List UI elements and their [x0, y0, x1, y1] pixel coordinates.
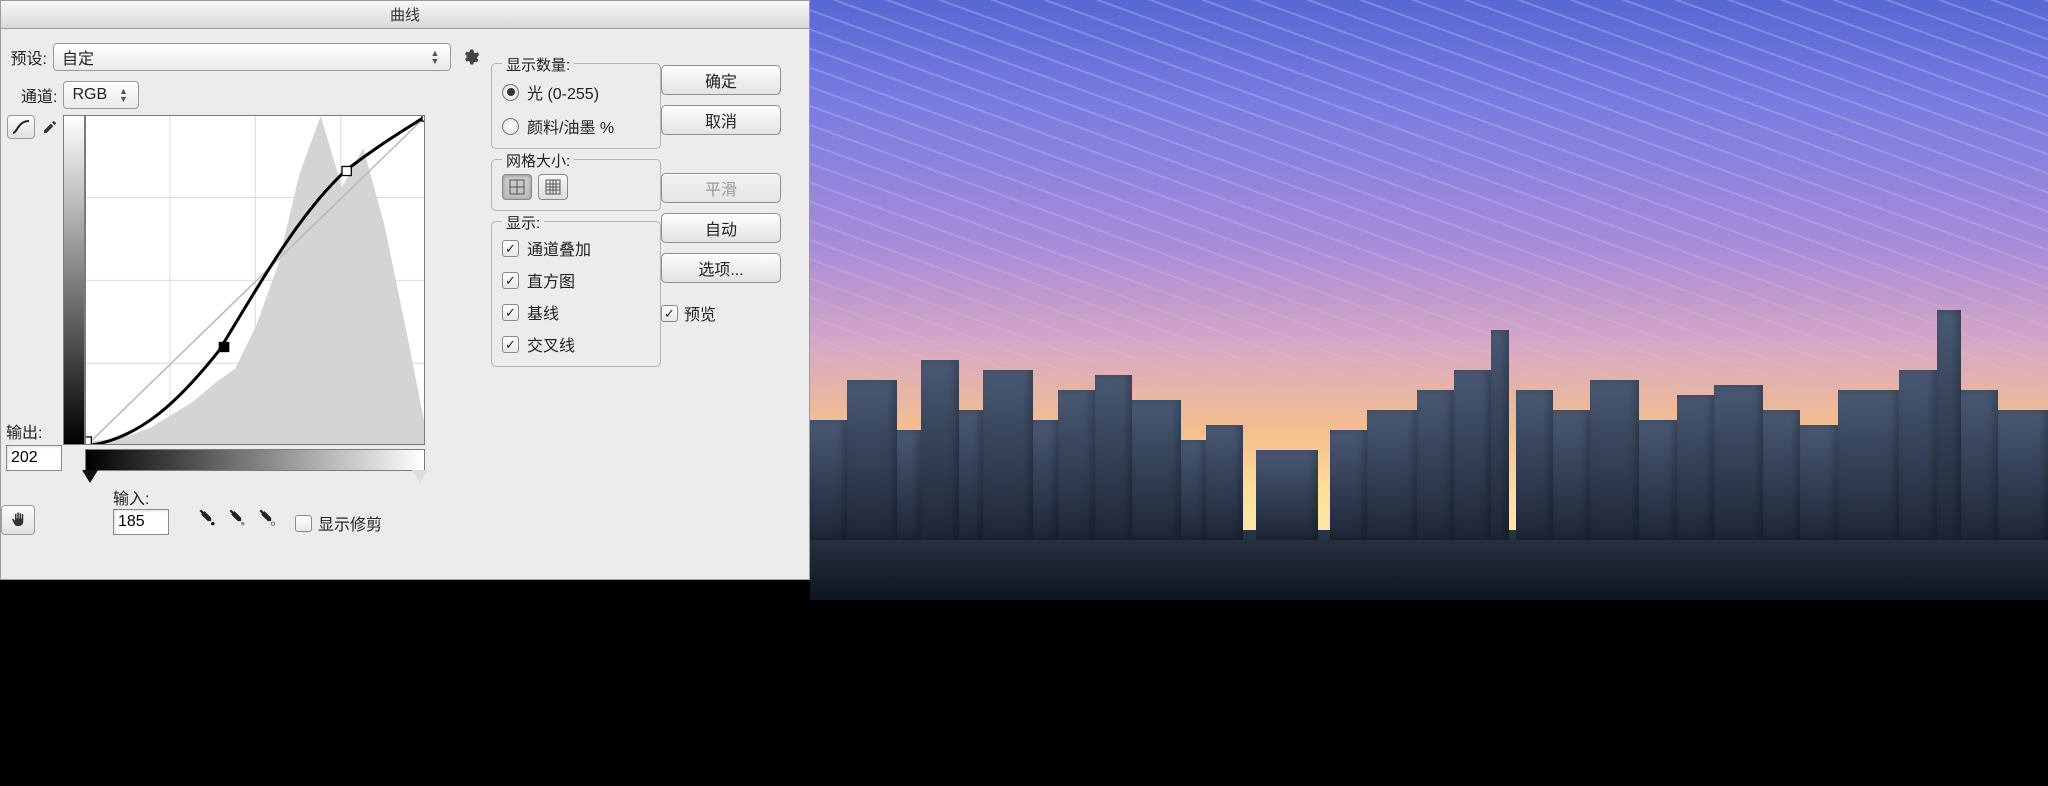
preset-dropdown[interactable]: 自定 ▲▼: [53, 43, 451, 71]
channel-dropdown[interactable]: RGB ▲▼: [63, 81, 139, 109]
auto-button[interactable]: 自动: [661, 213, 781, 243]
show-clipping-label: 显示修剪: [318, 511, 382, 535]
radio-light[interactable]: 光 (0-255): [502, 80, 650, 104]
radio-pigment-label: 颜料/油墨 %: [527, 114, 614, 138]
channel-label: 通道:: [21, 83, 57, 107]
preset-label: 预设:: [1, 45, 47, 69]
cancel-button[interactable]: 取消: [661, 105, 781, 135]
check-intersection[interactable]: 交叉线: [502, 332, 650, 356]
output-label: 输出:: [6, 419, 42, 443]
curves-dialog: 曲线 预设: 自定 ▲▼ 通道: RGB ▲▼: [0, 0, 810, 580]
ok-button[interactable]: 确定: [661, 65, 781, 95]
check-histogram[interactable]: 直方图: [502, 268, 650, 292]
check-baseline[interactable]: 基线: [502, 300, 650, 324]
output-input[interactable]: [6, 445, 62, 471]
input-input[interactable]: [113, 509, 169, 535]
grid-large-button[interactable]: [538, 174, 568, 200]
eyedropper-gray-icon[interactable]: [227, 507, 247, 533]
display-amount-title: 显示数量:: [502, 54, 574, 75]
black-point-slider[interactable]: [82, 470, 98, 483]
show-group-title: 显示:: [502, 212, 544, 233]
channel-value: RGB: [72, 86, 107, 104]
eyedropper-black-icon[interactable]: [197, 507, 217, 533]
curves-left-panel: 预设: 自定 ▲▼ 通道: RGB ▲▼: [1, 39, 481, 569]
radio-pigment[interactable]: 颜料/油墨 %: [502, 114, 650, 138]
preview-image: [810, 0, 2048, 600]
preview-label: 预览: [684, 301, 716, 325]
gear-icon[interactable]: [461, 47, 481, 67]
dropdown-arrows-icon: ▲▼: [428, 48, 442, 66]
show-clipping-checkbox[interactable]: 显示修剪: [295, 511, 382, 535]
white-point-slider[interactable]: [412, 470, 428, 483]
input-gradient-bar[interactable]: [85, 449, 425, 471]
curves-graph[interactable]: [85, 115, 425, 445]
radio-light-label: 光 (0-255): [527, 80, 599, 104]
eyedropper-white-icon[interactable]: [257, 507, 277, 533]
grid-size-title: 网格大小:: [502, 150, 574, 171]
dropdown-arrows-icon: ▲▼: [116, 86, 130, 104]
dialog-title: 曲线: [390, 4, 420, 25]
pencil-tool-button[interactable]: [39, 115, 61, 139]
dialog-titlebar: 曲线: [1, 1, 809, 29]
smooth-button: 平滑: [661, 173, 781, 203]
check-channel-overlay[interactable]: 通道叠加: [502, 236, 650, 260]
show-group: 显示: 通道叠加 直方图 基线 交叉线: [491, 221, 661, 367]
hand-tool-button[interactable]: [1, 505, 35, 535]
curve-tool-button[interactable]: [7, 115, 35, 139]
curves-options-panel: 显示数量: 光 (0-255) 颜料/油墨 % 网格大小:: [481, 63, 661, 569]
output-gradient-bar[interactable]: [63, 115, 85, 445]
dialog-buttons: 确定 取消 平滑 自动 选项... ✓ 预览: [661, 63, 791, 569]
preview-checkbox[interactable]: ✓ 预览: [661, 301, 781, 325]
options-button[interactable]: 选项...: [661, 253, 781, 283]
grid-size-group: 网格大小:: [491, 159, 661, 211]
preset-value: 自定: [62, 45, 94, 69]
display-amount-group: 显示数量: 光 (0-255) 颜料/油墨 %: [491, 63, 661, 149]
input-label: 输入:: [113, 485, 149, 509]
grid-small-button[interactable]: [502, 174, 532, 200]
